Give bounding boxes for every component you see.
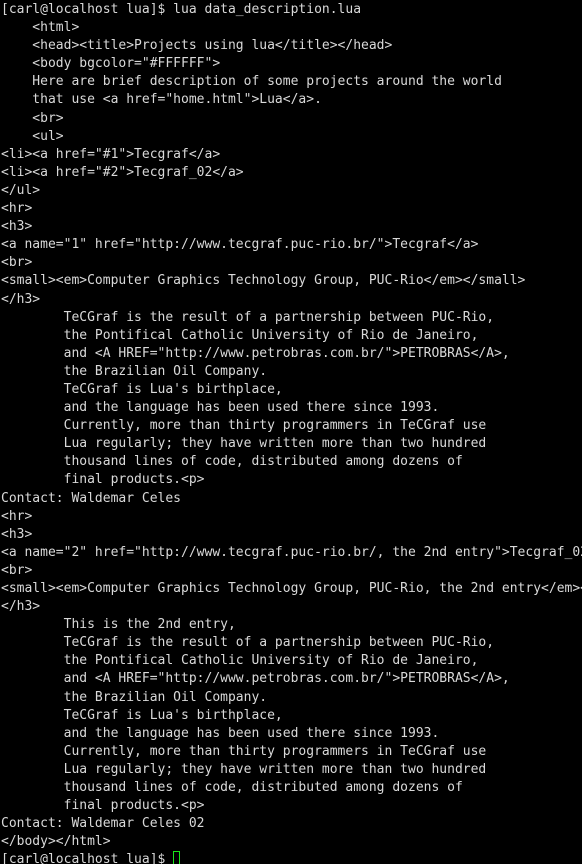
terminal-output-line: TeCGraf is the result of a partnership b…	[1, 635, 495, 651]
terminal-output-line: Currently, more than thirty programmers …	[1, 743, 487, 759]
terminal-output-line: and the language has been used there sin…	[1, 725, 440, 741]
terminal-output-line: <br>	[1, 562, 33, 578]
terminal-output-line: thousand lines of code, distributed amon…	[1, 780, 463, 796]
terminal-output-line: final products.<p>	[1, 798, 205, 814]
terminal-output-line: Currently, more than thirty programmers …	[1, 418, 487, 434]
terminal-output-line: Contact: Waldemar Celes 02	[1, 816, 205, 832]
terminal-output-line: Contact: Waldemar Celes	[1, 490, 182, 506]
terminal-output-line: <li><a href="#1">Tecgraf</a>	[1, 146, 221, 162]
terminal-output-line: Lua regularly; they have written more th…	[1, 761, 487, 777]
terminal-output-line: Lua regularly; they have written more th…	[1, 436, 487, 452]
terminal-command-line: [carl@localhost lua]$ lua data_descripti…	[1, 2, 362, 17]
terminal-window[interactable]: [carl@localhost lua]$ lua data_descripti…	[0, 0, 582, 864]
terminal-output-line: and <A HREF="http://www.petrobras.com.br…	[1, 671, 510, 687]
terminal-output-line: the Pontifical Catholic University of Ri…	[1, 327, 479, 343]
terminal-output-line: TeCGraf is Lua's birthplace,	[1, 707, 283, 723]
terminal-output-line: <br>	[1, 110, 64, 126]
terminal-output-line: <head><title>Projects using lua</title><…	[1, 38, 393, 54]
terminal-output-line: </h3>	[1, 599, 41, 615]
terminal-output-line: the Brazilian Oil Company.	[1, 363, 268, 379]
terminal-output-line: that use <a href="home.html">Lua</a>.	[1, 92, 322, 108]
terminal-output-line: </body></html>	[1, 834, 111, 850]
terminal-output-line: <br>	[1, 255, 33, 271]
terminal-output-line: This is the 2nd entry,	[1, 617, 236, 633]
terminal-output-line: <small><em>Computer Graphics Technology …	[1, 273, 526, 289]
terminal-output-line: and the language has been used there sin…	[1, 400, 440, 416]
terminal-output-line: <h3>	[1, 219, 33, 235]
terminal-output-line: <a name="2" href="http://www.tecgraf.puc…	[1, 544, 582, 560]
terminal-prompt-line[interactable]: [carl@localhost lua]$	[1, 851, 581, 864]
terminal-output-line: </ul>	[1, 182, 41, 198]
terminal-output-line: <small><em>Computer Graphics Technology …	[1, 581, 582, 596]
terminal-output-line: <body bgcolor="#FFFFFF">	[1, 56, 221, 72]
terminal-output-line: <hr>	[1, 508, 33, 524]
terminal-output-line: Here are brief description of some proje…	[1, 74, 502, 90]
shell-prompt: [carl@localhost lua]$	[1, 852, 174, 864]
terminal-output-line: the Pontifical Catholic University of Ri…	[1, 653, 479, 669]
terminal-output-line: TeCGraf is Lua's birthplace,	[1, 381, 283, 397]
terminal-output-line: thousand lines of code, distributed amon…	[1, 454, 463, 470]
terminal-output-line: and <A HREF="http://www.petrobras.com.br…	[1, 345, 510, 361]
terminal-output-line: <h3>	[1, 526, 33, 542]
terminal-output-line: <html>	[1, 20, 80, 36]
terminal-output-area[interactable]: [carl@localhost lua]$ lua data_descripti…	[1, 1, 582, 864]
text-cursor-icon	[173, 851, 181, 864]
terminal-output-line: TeCGraf is the result of a partnership b…	[1, 309, 495, 325]
terminal-output-line: <ul>	[1, 128, 64, 144]
terminal-output-line: <li><a href="#2">Tecgraf_02</a>	[1, 164, 244, 180]
terminal-output-line: <hr>	[1, 201, 33, 217]
terminal-output-line: the Brazilian Oil Company.	[1, 689, 268, 705]
terminal-output-line: </h3>	[1, 291, 41, 307]
terminal-output-line: <a name="1" href="http://www.tecgraf.puc…	[1, 237, 479, 253]
terminal-output-line: final products.<p>	[1, 472, 205, 488]
